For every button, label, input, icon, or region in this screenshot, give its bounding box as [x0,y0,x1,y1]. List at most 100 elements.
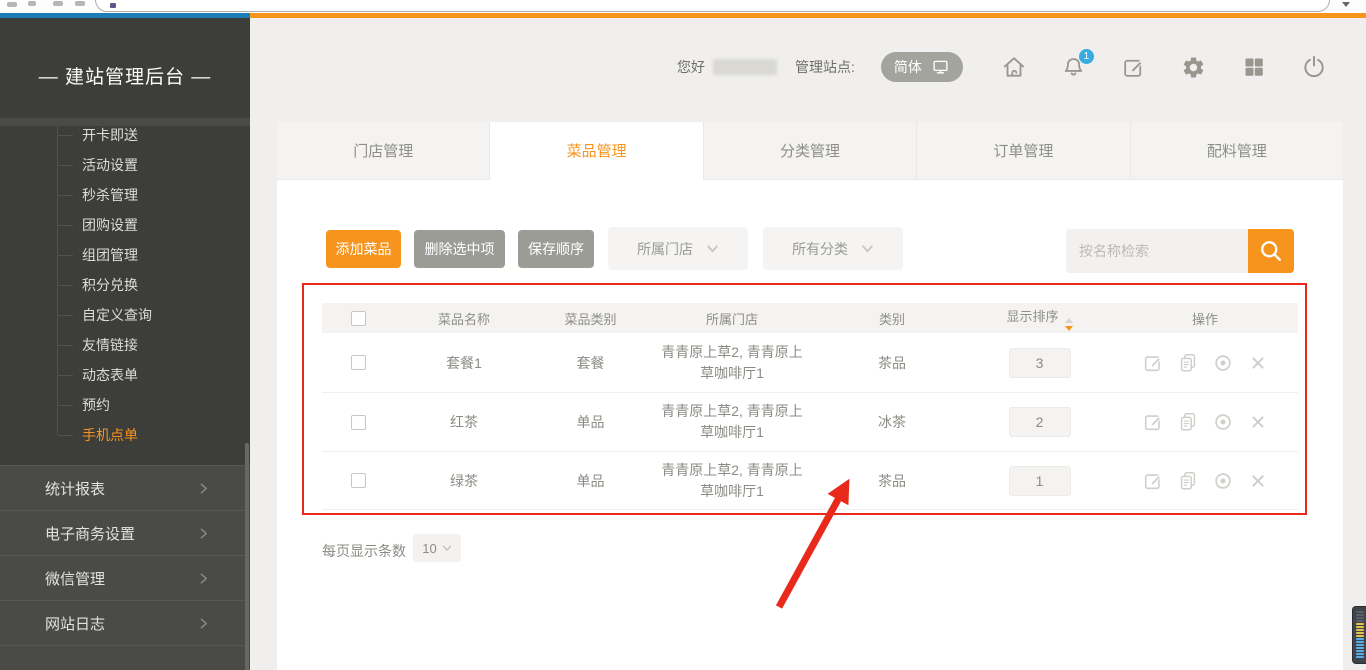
sidebar-item-dynamic-forms[interactable]: 动态表单 [0,360,250,390]
search-icon [1257,237,1285,265]
browser-icon-fragment [7,2,17,7]
logout-button[interactable] [1301,54,1327,80]
copy-button[interactable] [1177,352,1199,374]
chevron-right-icon [197,617,210,630]
sort-toggle[interactable] [1065,318,1073,331]
dish-type: 单品 [534,412,647,432]
gear-icon [1181,55,1206,80]
delete-button[interactable] [1247,411,1269,433]
tab-store-management[interactable]: 门店管理 [277,122,490,180]
language-pill-button[interactable]: 简体 [881,52,963,82]
category-filter-dropdown[interactable]: 所有分类 [763,227,903,270]
copy-button[interactable] [1177,411,1199,433]
x-icon [1247,411,1269,433]
table-header-row: 菜品名称 菜品类别 所属门店 类别 显示排序 操作 [322,303,1298,333]
table-row: 套餐1 套餐 青青原上草2, 青青原上草咖啡厅1 茶品 3 [322,333,1298,392]
dish-name: 绿茶 [394,471,534,491]
chevron-right-icon [197,572,210,585]
copy-button[interactable] [1177,470,1199,492]
tab-ingredient-management[interactable]: 配料管理 [1131,122,1343,180]
sidebar-scrollbar-thumb[interactable] [245,443,249,670]
page-size-select[interactable]: 10 [413,534,461,562]
sidebar-item-team-manage[interactable]: 组团管理 [0,240,250,270]
delete-button[interactable] [1247,352,1269,374]
table-row: 绿茶 单品 青青原上草2, 青青原上草咖啡厅1 茶品 1 [322,451,1298,510]
display-order-input[interactable]: 2 [1009,407,1071,437]
row-checkbox[interactable] [351,473,366,488]
grid-icon [1242,55,1266,79]
edit-icon [1142,352,1164,374]
delete-button[interactable] [1247,470,1269,492]
search-input[interactable] [1066,229,1248,273]
dish-stores: 青青原上草2, 青青原上草咖啡厅1 [655,460,809,502]
chevron-down-icon [706,242,719,255]
home-button[interactable] [1001,54,1027,80]
sort-asc-icon [1065,318,1073,323]
view-button[interactable] [1212,352,1234,374]
favicon-fragment [110,3,116,8]
page-size-label: 每页显示条数 [322,541,406,561]
browser-caret-icon [1342,2,1350,7]
edit-icon [1142,470,1164,492]
greeting-label: 您好 [677,57,705,77]
row-checkbox[interactable] [351,415,366,430]
sidebar-item-group-buy[interactable]: 团购设置 [0,210,250,240]
sidebar-item-custom-query[interactable]: 自定义查询 [0,300,250,330]
sidebar-item-points-exchange[interactable]: 积分兑换 [0,270,250,300]
apps-grid-button[interactable] [1241,54,1267,80]
compose-button[interactable] [1121,54,1147,80]
tab-category-management[interactable]: 分类管理 [704,122,917,180]
monitor-icon [931,58,950,76]
browser-icon-fragment [28,1,36,6]
sidebar-item-reservation[interactable]: 预约 [0,390,250,420]
view-button[interactable] [1212,470,1234,492]
dish-stores: 青青原上草2, 青青原上草咖啡厅1 [655,401,809,443]
sidebar-item-card-gift[interactable]: 开卡即送 [0,120,250,150]
row-actions [1112,352,1298,374]
col-header-stores: 所属门店 [647,309,817,328]
browser-side-widget[interactable] [1352,606,1366,664]
sidebar-item-flash-sale[interactable]: 秒杀管理 [0,180,250,210]
sidebar-item-friend-links[interactable]: 友情链接 [0,330,250,360]
row-actions [1112,411,1298,433]
sidebar-filler [0,645,250,670]
search-button[interactable] [1248,229,1294,273]
row-actions [1112,470,1298,492]
store-filter-dropdown[interactable]: 所属门店 [608,227,748,270]
tab-dish-management[interactable]: 菜品管理 [490,122,703,180]
sidebar-item-activity-settings[interactable]: 活动设置 [0,150,250,180]
settings-button[interactable] [1181,54,1207,80]
sidebar-tree-menu: 开卡即送 活动设置 秒杀管理 团购设置 组团管理 积分兑换 自定义查询 友情链接… [0,120,250,450]
edit-button[interactable] [1142,411,1164,433]
row-checkbox[interactable] [351,355,366,370]
display-order-input[interactable]: 3 [1009,348,1071,378]
tab-order-management[interactable]: 订单管理 [917,122,1130,180]
chevron-down-icon [861,242,874,255]
x-icon [1247,352,1269,374]
sidebar-section-wechat[interactable]: 微信管理 [0,555,250,600]
home-icon [1001,54,1027,80]
delete-selected-button[interactable]: 删除选中项 [414,230,505,268]
chevron-right-icon [197,527,210,540]
sidebar-section-statistics[interactable]: 统计报表 [0,465,250,510]
address-bar[interactable] [95,0,1330,12]
display-order-input[interactable]: 1 [1009,466,1071,496]
view-button[interactable] [1212,411,1234,433]
notification-badge: 1 [1079,49,1094,64]
table-row: 红茶 单品 青青原上草2, 青青原上草咖啡厅1 冰茶 2 [322,392,1298,451]
edit-button[interactable] [1142,470,1164,492]
notifications-button[interactable]: 1 [1061,54,1087,80]
chevron-right-icon [197,482,210,495]
managed-site-label: 管理站点: [795,57,855,77]
browser-bar [0,0,1366,13]
sidebar-item-mobile-ordering[interactable]: 手机点单 [0,420,250,450]
sidebar-section-site-log[interactable]: 网站日志 [0,600,250,645]
dish-stores: 青青原上草2, 青青原上草咖啡厅1 [655,342,809,384]
save-order-button[interactable]: 保存顺序 [518,230,594,268]
eye-icon [1212,470,1234,492]
edit-button[interactable] [1142,352,1164,374]
redacted-username [713,59,777,75]
sidebar-section-ecommerce[interactable]: 电子商务设置 [0,510,250,555]
select-all-checkbox[interactable] [351,311,366,326]
add-dish-button[interactable]: 添加菜品 [326,230,401,268]
